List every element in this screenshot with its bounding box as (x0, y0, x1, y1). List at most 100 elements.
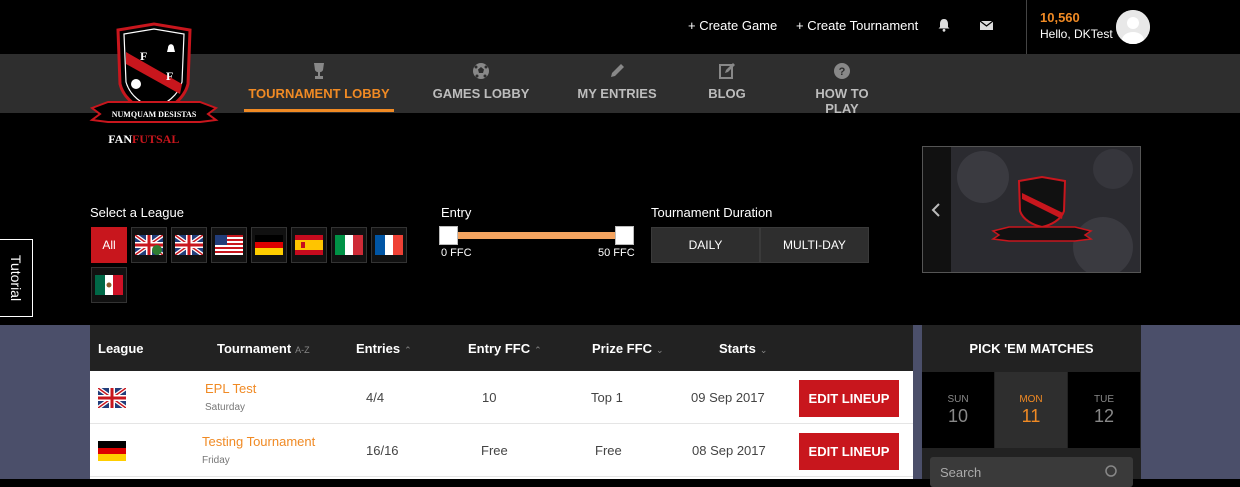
col-prize-ffc[interactable]: Prize FFC ⌄ (592, 341, 664, 356)
entry-min-value: 0 FFC (441, 247, 472, 259)
mexico-flag-icon (95, 275, 123, 295)
multiday-button[interactable]: MULTI-DAY (760, 227, 869, 263)
select-league-label: Select a League (90, 205, 184, 220)
entries-value: 16/16 (366, 443, 399, 458)
daily-button[interactable]: DAILY (651, 227, 760, 263)
logo-brand-a: FAN (108, 132, 132, 146)
search-icon[interactable] (1105, 465, 1119, 484)
col-entries[interactable]: Entries ⌃ (356, 341, 412, 356)
league-germany-button[interactable] (251, 227, 287, 263)
logo-brand-b: FUTSAL (132, 132, 179, 146)
germany-flag-icon (255, 235, 283, 255)
nav-games-lobby[interactable]: GAMES LOBBY (431, 62, 531, 112)
entry-max-value: 50 FFC (598, 247, 635, 259)
tournament-name[interactable]: EPL Test (205, 381, 256, 396)
day-of-week: TUE (1094, 394, 1114, 405)
entry-ffc-value: Free (481, 443, 508, 458)
day-of-week: SUN (947, 394, 969, 405)
create-tournament-link[interactable]: + Create Tournament (796, 18, 918, 33)
nav-tournament-lobby[interactable]: TOURNAMENT LOBBY (244, 62, 394, 112)
league-usa-button[interactable] (211, 227, 247, 263)
sort-down-icon: ⌄ (655, 345, 664, 355)
table-row[interactable]: EPL Test Saturday 4/4 10 Top 1 09 Sep 20… (90, 371, 913, 424)
promo-prev-arrow[interactable] (923, 147, 951, 272)
nav-blog[interactable]: BLOG (702, 62, 752, 112)
nav-label: HOW TO PLAY (815, 86, 869, 116)
tutorial-label: Tutorial (8, 254, 24, 302)
tournament-table: League Tournament A-Z Entries ⌃ Entry FFC ⌃… (90, 325, 913, 479)
crowd-background-right (1141, 325, 1240, 479)
pickem-search[interactable] (930, 457, 1133, 487)
sort-az-indicator: A-Z (295, 345, 310, 355)
bell-icon[interactable] (937, 18, 951, 32)
pencil-icon (608, 62, 626, 80)
user-greeting[interactable]: Hello, DKTest (1040, 27, 1113, 41)
edit-lineup-button[interactable]: EDIT LINEUP (799, 380, 899, 417)
day-number: 11 (1021, 406, 1041, 426)
entries-value: 4/4 (366, 390, 385, 405)
logo-motto: NUMQUAM DESISTAS (112, 110, 197, 119)
day-mon[interactable]: MON 11 (995, 372, 1067, 448)
prize-value: Free (595, 443, 622, 458)
italy-flag-icon (335, 235, 363, 255)
league-italy-button[interactable] (331, 227, 367, 263)
league-england-button[interactable] (171, 227, 207, 263)
usa-flag-icon (215, 235, 243, 255)
entry-slider-track[interactable] (447, 232, 623, 239)
day-tue[interactable]: TUE 12 (1068, 372, 1140, 448)
search-input[interactable] (940, 465, 1100, 480)
entry-slider-min-handle[interactable] (439, 226, 458, 245)
promo-carousel[interactable] (922, 146, 1141, 273)
day-number: 10 (947, 406, 969, 426)
league-uk-button[interactable] (131, 227, 167, 263)
day-of-week: MON (1019, 394, 1043, 405)
mail-icon[interactable] (979, 18, 994, 32)
pickem-title: PICK 'EM MATCHES (969, 341, 1094, 356)
pickem-panel: PICK 'EM MATCHES SUN 10 MON 11 TUE 12 (922, 325, 1141, 487)
trophy-icon (310, 62, 328, 80)
crowd-background-left (0, 325, 90, 479)
active-underline (244, 109, 394, 112)
table-row[interactable]: Testing Tournament Friday 16/16 Free Fre… (90, 424, 913, 477)
edit-lineup-button[interactable]: EDIT LINEUP (799, 433, 899, 470)
avatar[interactable] (1116, 10, 1150, 44)
col-entry-ffc[interactable]: Entry FFC ⌃ (468, 341, 542, 356)
entry-ffc-value: 10 (482, 390, 497, 405)
spain-flag-icon (295, 235, 323, 255)
nav-label: TOURNAMENT LOBBY (248, 86, 390, 101)
league-all-button[interactable]: All (91, 227, 127, 263)
multiday-label: MULTI-DAY (783, 238, 846, 252)
sort-icon: ⌃ (404, 345, 412, 355)
uk-flag-icon (135, 235, 163, 255)
england-flag-icon (175, 235, 203, 255)
header-divider (1026, 0, 1027, 54)
col-league: League (98, 341, 144, 356)
starts-value: 09 Sep 2017 (691, 390, 765, 405)
nav-how-to-play[interactable]: ? HOW TO PLAY (797, 62, 887, 116)
league-france-button[interactable] (371, 227, 407, 263)
entry-slider-max-handle[interactable] (615, 226, 634, 245)
balance-amount: 10,560 (1040, 10, 1080, 25)
nav-my-entries[interactable]: MY ENTRIES (571, 62, 663, 112)
soccer-ball-icon (472, 62, 490, 80)
day-sun[interactable]: SUN 10 (922, 372, 994, 448)
starts-value: 08 Sep 2017 (692, 443, 766, 458)
prize-value: Top 1 (591, 390, 623, 405)
league-spain-button[interactable] (291, 227, 327, 263)
tournament-day: Saturday (205, 402, 246, 413)
svg-text:?: ? (839, 66, 846, 78)
tutorial-tab[interactable]: Tutorial (0, 239, 33, 317)
nav-label: BLOG (708, 86, 746, 101)
col-tournament[interactable]: Tournament A-Z (217, 341, 310, 356)
tournament-name[interactable]: Testing Tournament (202, 434, 315, 449)
question-icon: ? (833, 62, 851, 80)
nav-label: GAMES LOBBY (432, 86, 530, 101)
sort-down-icon: ⌄ (759, 345, 768, 355)
fanfutsal-logo[interactable]: F F NUMQUAM DESISTAS FAN FUTSAL (88, 22, 220, 148)
day-number: 12 (1093, 406, 1115, 426)
uk-flag-icon (96, 386, 128, 413)
create-game-link[interactable]: + Create Game (688, 18, 777, 33)
col-starts[interactable]: Starts ⌄ (719, 341, 767, 356)
sort-up-icon: ⌃ (534, 345, 542, 355)
league-mexico-button[interactable] (91, 267, 127, 303)
